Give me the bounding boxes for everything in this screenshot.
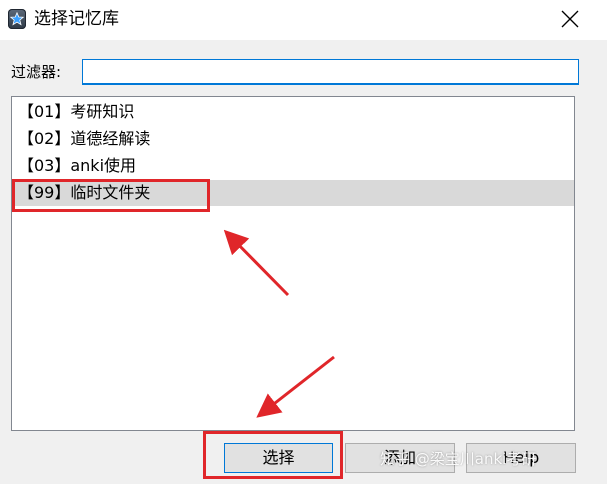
window-title: 选择记忆库 [34, 9, 119, 29]
star-app-icon [8, 9, 26, 29]
select-button[interactable]: 选择 [224, 443, 333, 473]
list-item[interactable]: 【02】道德经解读 [14, 126, 574, 152]
add-button[interactable]: 添加 [345, 443, 455, 473]
close-button[interactable] [552, 2, 588, 36]
close-icon [561, 10, 579, 28]
help-button[interactable]: Help [466, 443, 576, 473]
select-deck-dialog: 选择记忆库 过滤器: 【01】考研知识 【02】道德经解读 【03】anki使用… [0, 0, 607, 484]
title-bar: 选择记忆库 [0, 0, 607, 40]
deck-label: 【03】anki使用 [18, 156, 137, 175]
list-item-selected[interactable]: 【99】临时文件夹 [14, 180, 574, 206]
deck-list[interactable]: 【01】考研知识 【02】道德经解读 【03】anki使用 【99】临时文件夹 [11, 96, 575, 431]
deck-label: 【99】临时文件夹 [18, 183, 151, 202]
filter-input[interactable] [82, 59, 579, 85]
filter-label: 过滤器: [11, 63, 62, 81]
list-item[interactable]: 【01】考研知识 [14, 99, 574, 125]
deck-label: 【02】道德经解读 [18, 129, 151, 148]
list-item[interactable]: 【03】anki使用 [14, 153, 574, 179]
deck-label: 【01】考研知识 [18, 102, 135, 121]
